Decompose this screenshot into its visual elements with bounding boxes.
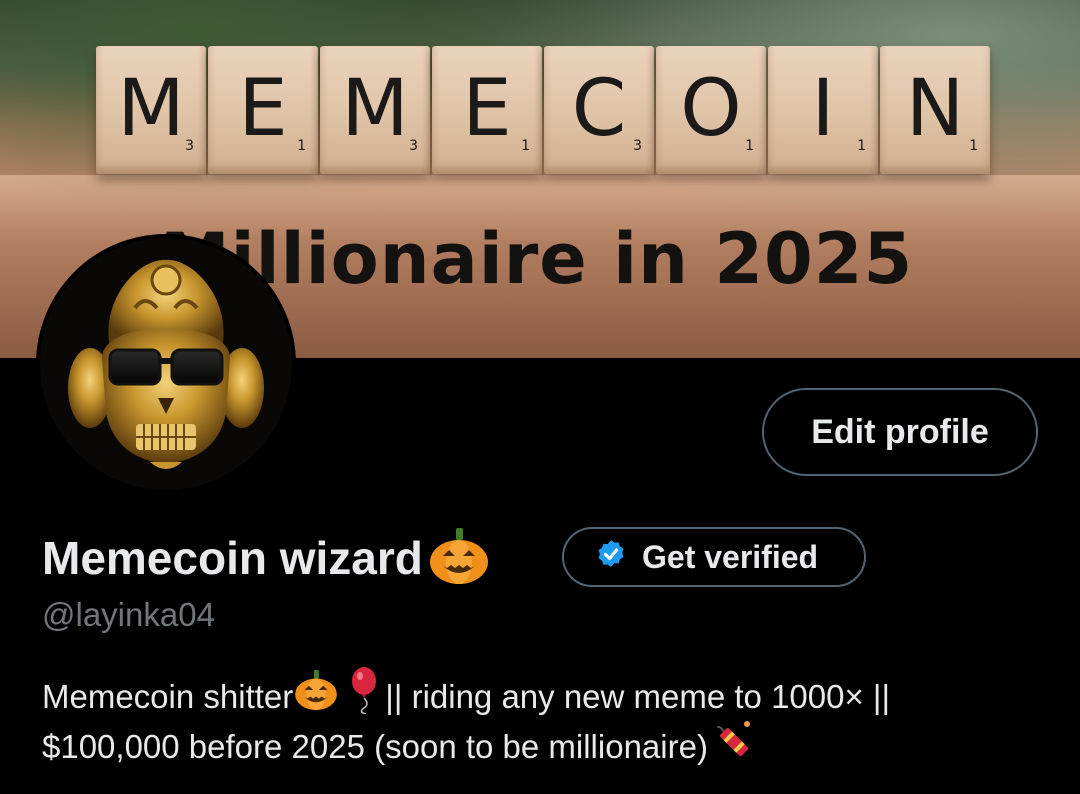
tile-points: 3 [409,138,418,154]
scrabble-tile: M3 [96,46,206,174]
avatar[interactable] [40,238,292,490]
tile-points: 1 [745,138,754,154]
tile-points: 1 [521,138,530,154]
scrabble-tile: M3 [320,46,430,174]
tile-points: 1 [969,138,978,154]
verified-badge-icon [594,538,628,577]
scrabble-tile: E1 [208,46,318,174]
user-handle: @layinka04 [42,596,215,633]
tile-points: 3 [185,138,194,154]
get-verified-button[interactable]: Get verified [562,527,866,587]
scrabble-tile: E1 [432,46,542,174]
get-verified-label: Get verified [642,538,819,575]
bio-text: $100,000 before 2025 (soon to be million… [42,728,708,765]
banner-caption: Millionaire in 2025 [160,218,914,300]
bio-text: || riding any new meme to 1000× || [385,678,891,715]
bio-line-1: Memecoin shitter || riding any new meme … [42,667,1052,722]
tile-points: 3 [633,138,642,154]
bio-text: Memecoin shitter [42,678,294,715]
pumpkin-icon [293,668,339,726]
name-row: Memecoin wizard [42,526,491,591]
gold-skull-icon [40,238,292,490]
scrabble-tile: O1 [656,46,766,174]
tile-points: 1 [297,138,306,154]
balloon-icon [349,666,379,728]
tile-points: 1 [857,138,866,154]
display-name: Memecoin wizard [42,532,423,584]
profile-bio: Memecoin shitter || riding any new meme … [42,667,1052,772]
bio-line-2: $100,000 before 2025 (soon to be million… [42,721,1052,772]
scrabble-tile: C3 [544,46,654,174]
scrabble-tiles: M3 E1 M3 E1 C3 O1 I1 N1 [96,46,992,176]
edit-profile-button[interactable]: Edit profile [762,388,1038,476]
firecracker-icon [710,718,754,776]
scrabble-tile: I1 [768,46,878,174]
pumpkin-icon [427,526,491,591]
scrabble-tile: N1 [880,46,990,174]
